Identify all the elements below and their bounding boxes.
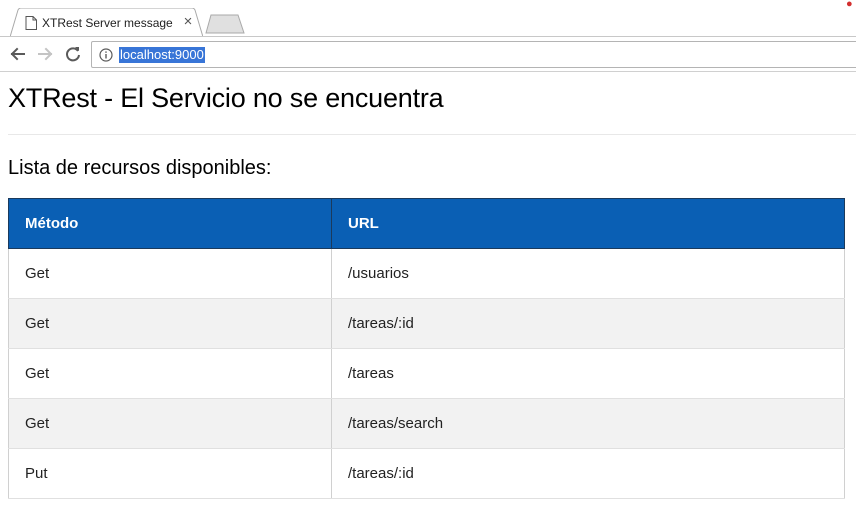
method-cell: Get <box>8 298 332 349</box>
close-icon[interactable]: × <box>181 14 195 30</box>
table-row: Get /tareas/:id <box>8 298 845 349</box>
table-header-row: Método URL <box>8 198 845 249</box>
tab-strip: XTRest Server message × ● <box>0 0 856 38</box>
method-cell: Get <box>8 348 332 399</box>
url-cell: /tareas <box>331 348 845 399</box>
address-bar[interactable]: localhost:9000 <box>91 41 856 68</box>
table-row: Get /usuarios <box>8 248 845 299</box>
document-icon <box>25 16 37 30</box>
column-header-method: Método <box>8 198 332 249</box>
reload-icon[interactable] <box>62 43 84 65</box>
resources-table: Método URL Get /usuarios Get /tareas/:id… <box>8 198 845 499</box>
resources-subtitle: Lista de recursos disponibles: <box>8 157 272 179</box>
forward-arrow-icon[interactable] <box>34 43 56 65</box>
browser-toolbar: localhost:9000 <box>0 37 856 71</box>
url-cell: /tareas/search <box>331 398 845 449</box>
url-cell: /usuarios <box>331 248 845 299</box>
url-cell: /tareas/:id <box>331 448 845 499</box>
page-title: XTRest - El Servicio no se encuentra <box>8 83 444 113</box>
method-cell: Get <box>8 398 332 449</box>
browser-tab[interactable]: XTRest Server message × <box>10 8 203 37</box>
url-cell: /tareas/:id <box>331 298 845 349</box>
method-cell: Put <box>8 448 332 499</box>
url-text[interactable]: localhost:9000 <box>119 47 205 63</box>
table-row: Get /tareas/search <box>8 398 845 449</box>
info-icon[interactable] <box>99 48 113 62</box>
extension-icon[interactable]: ● <box>846 0 856 10</box>
table-row: Put /tareas/:id <box>8 448 845 499</box>
horizontal-rule <box>8 134 856 135</box>
back-arrow-icon[interactable] <box>7 43 29 65</box>
toolbar-divider <box>0 71 856 72</box>
column-header-url: URL <box>331 198 845 249</box>
tab-title: XTRest Server message <box>42 16 173 30</box>
method-cell: Get <box>8 248 332 299</box>
new-tab-icon[interactable] <box>205 14 245 34</box>
table-row: Get /tareas <box>8 348 845 399</box>
